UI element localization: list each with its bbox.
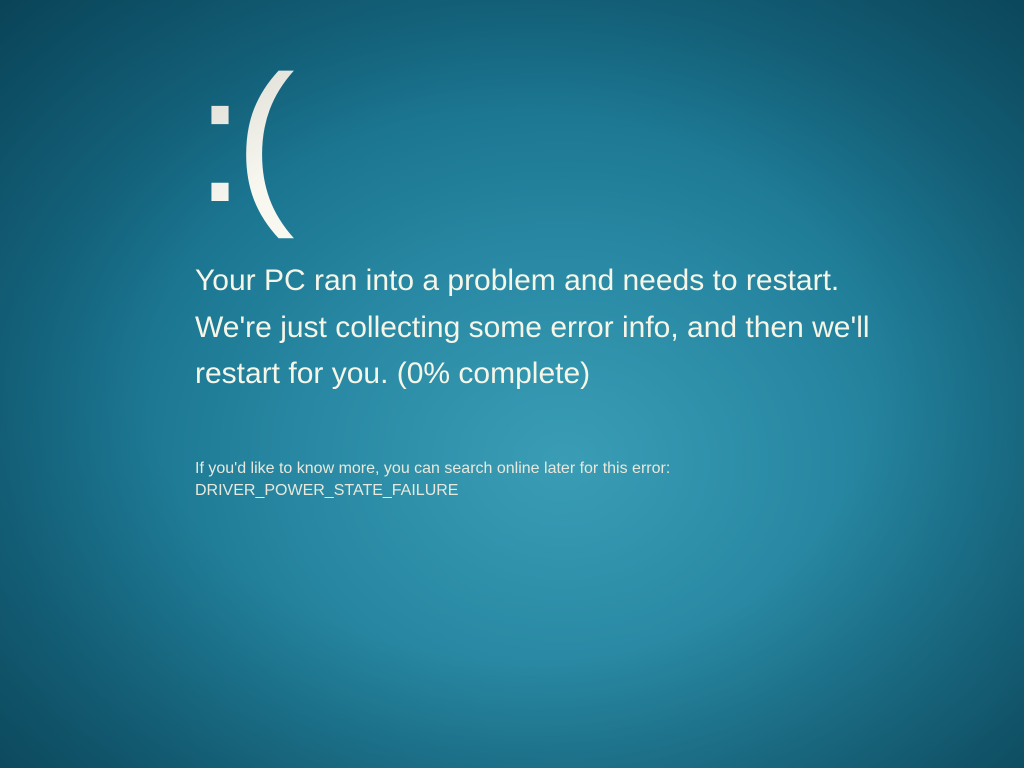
- sad-face-icon: :(: [195, 50, 915, 230]
- bsod-screen: :( Your PC ran into a problem and needs …: [195, 50, 915, 502]
- error-message: Your PC ran into a problem and needs to …: [195, 258, 915, 398]
- error-hint: If you'd like to know more, you can sear…: [195, 458, 915, 503]
